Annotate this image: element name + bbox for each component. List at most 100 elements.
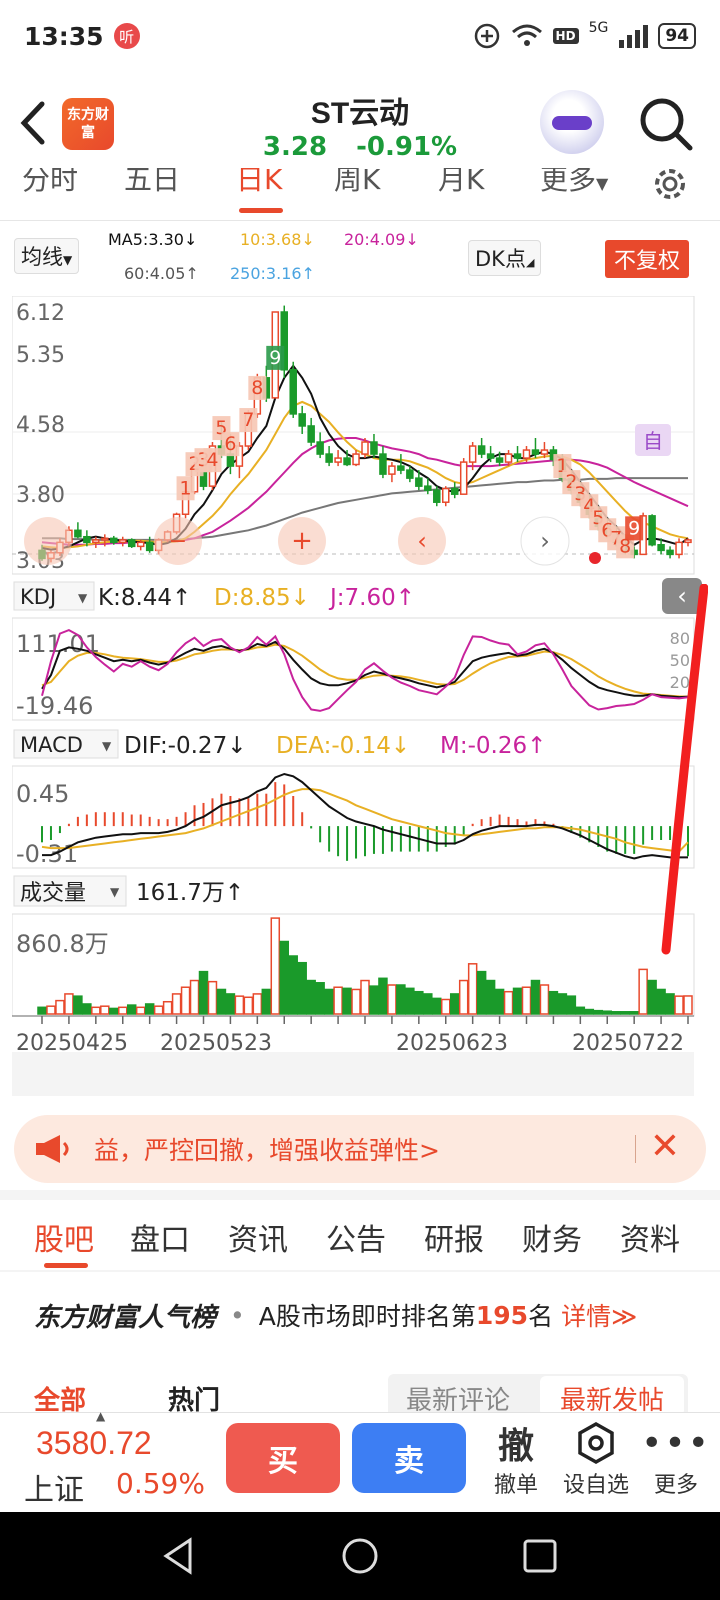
tab-five-day[interactable]: 五日	[124, 168, 180, 198]
volume-bar	[288, 955, 298, 1015]
no-adjust-button[interactable]: 不复权	[605, 240, 690, 278]
volume-bar	[351, 988, 361, 1015]
more-dots-icon: •••	[641, 1422, 711, 1464]
tab-news[interactable]: 资讯	[228, 1215, 288, 1259]
popularity-rank-row[interactable]: 东方财富人气榜 • A股市场即时排名第 195 名 详情≫	[0, 1290, 720, 1340]
ma-selector-label: 均线	[21, 245, 63, 269]
active-tab-underline	[239, 208, 283, 213]
candle-body	[459, 461, 468, 495]
stock-change-pct: -0.91%	[356, 132, 458, 162]
buy-button[interactable]: 买	[226, 1423, 340, 1493]
more-button[interactable]: ••• 更多	[636, 1419, 716, 1499]
caret-down-icon: ▼	[63, 253, 73, 267]
nine-turn-up-label: 4	[206, 449, 218, 471]
search-icon[interactable]	[636, 94, 696, 154]
candle-body	[119, 539, 127, 544]
hd-badge: HD	[552, 28, 579, 44]
volume-bar	[118, 1006, 128, 1015]
macd-axis-label: -0.31	[16, 840, 78, 868]
candle-body	[433, 489, 441, 503]
candle-body	[343, 457, 351, 466]
hexagon-icon	[556, 1419, 636, 1467]
tab-order-book[interactable]: 盘口	[130, 1215, 190, 1259]
candle-body	[334, 457, 342, 463]
sh-index-name: 上证	[24, 1473, 84, 1508]
index-caret-up-icon: ▲	[96, 1409, 106, 1423]
sort-latest-comment[interactable]: 最新评论	[406, 1380, 510, 1412]
volume-bar	[243, 996, 254, 1015]
nav-recents-icon[interactable]	[522, 1538, 558, 1574]
close-icon[interactable]: ✕	[650, 1129, 680, 1165]
macd-selector-label: MACD	[20, 733, 83, 757]
sh-index-change: 0.59%	[116, 1467, 205, 1500]
sub-tab-all[interactable]: 全部	[34, 1380, 86, 1412]
volume-bar	[279, 940, 289, 1015]
chart-nav-left-partial-button[interactable]	[24, 517, 72, 565]
candle-body	[325, 453, 333, 463]
volume-bar	[683, 995, 693, 1015]
candle-body	[675, 541, 683, 556]
sort-latest-post[interactable]: 最新发帖	[560, 1380, 664, 1412]
candle-body	[415, 477, 423, 487]
volume-bar	[315, 982, 325, 1015]
tab-profile[interactable]: 资料	[620, 1215, 680, 1259]
nav-home-icon[interactable]	[340, 1536, 380, 1576]
volume-bar	[37, 1006, 47, 1015]
candle-body	[74, 529, 82, 538]
ma-selector[interactable]: 均线▼	[14, 238, 80, 274]
tab-forum[interactable]: 股吧	[34, 1215, 94, 1259]
cancel-order-button[interactable]: 撤 撤单	[476, 1419, 556, 1499]
dk-point-dot	[589, 552, 601, 564]
status-time: 13:35	[24, 21, 104, 51]
candle-body	[289, 369, 297, 415]
robot-assistant-avatar[interactable]	[540, 90, 604, 154]
candle-body	[657, 544, 665, 552]
tab-research[interactable]: 研报	[424, 1215, 484, 1259]
kdj-selector-label: KDJ	[20, 585, 56, 609]
volume-bar	[539, 984, 550, 1015]
volume-bar	[73, 995, 83, 1015]
candle-body	[540, 449, 549, 455]
volume-bar	[126, 1004, 137, 1015]
tab-daily-k[interactable]: 日K	[236, 168, 282, 198]
sub-tab-hot[interactable]: 热门	[168, 1380, 220, 1412]
volume-bar	[432, 997, 442, 1015]
tab-announcements[interactable]: 公告	[326, 1215, 386, 1259]
tab-monthly-k[interactable]: 月K	[438, 168, 484, 198]
candle-body	[307, 425, 315, 443]
volume-bar	[135, 1006, 146, 1015]
add-watchlist-button[interactable]: 设自选	[556, 1419, 636, 1499]
date-axis-label: 20250623	[396, 1031, 508, 1056]
tab-intraday[interactable]: 分时	[22, 168, 78, 198]
candle-body	[92, 539, 100, 544]
nine-turn-up-label: 9	[269, 347, 281, 369]
battery-indicator: 94	[658, 23, 696, 49]
volume-bar	[449, 993, 460, 1015]
settings-gear-icon[interactable]	[650, 168, 690, 204]
volume-bar	[198, 970, 209, 1015]
sell-button[interactable]: 卖	[352, 1423, 466, 1493]
rank-detail-link[interactable]: 详情≫	[561, 1297, 637, 1333]
dk-point-selector[interactable]: DK点◢	[468, 240, 542, 276]
volume-bar	[503, 990, 514, 1015]
chart-nav-overlay: − + ‹ ›	[24, 516, 570, 566]
volume-bar	[629, 1011, 639, 1015]
volume-bar	[521, 986, 532, 1015]
ma5-value: MA5:3.30↓	[108, 230, 198, 249]
minus-icon: −	[169, 529, 187, 554]
promo-banner[interactable]: 益，严控回撤，增强收益弹性> ✕	[14, 1115, 706, 1183]
nav-back-icon[interactable]	[160, 1536, 196, 1576]
volume-value: 161.7万↑	[136, 880, 244, 906]
tab-more[interactable]: 更多▼	[540, 168, 608, 198]
tab-weekly-k[interactable]: 周K	[334, 168, 380, 198]
kline-chart-area[interactable]: 6.12 5.35 4.58 3.80 3.03 123456789123456…	[11, 295, 708, 1096]
volume-bar	[109, 1007, 119, 1015]
tab-finance[interactable]: 财务	[522, 1215, 582, 1259]
kline-chart[interactable]: 6.12 5.35 4.58 3.80 3.03 123456789123456…	[11, 295, 708, 1096]
cancel-order-label: 撤单	[493, 1473, 538, 1498]
macd-header: MACD ▼ DIF:-0.27↓ DEA:-0.14↓ M:-0.26↑	[13, 729, 546, 759]
sh-index-value[interactable]: 3580.72	[36, 1425, 152, 1462]
nine-turn-down-label: 9	[628, 517, 640, 539]
price-axis-label: 6.12	[16, 301, 65, 326]
volume-bar	[225, 993, 236, 1015]
